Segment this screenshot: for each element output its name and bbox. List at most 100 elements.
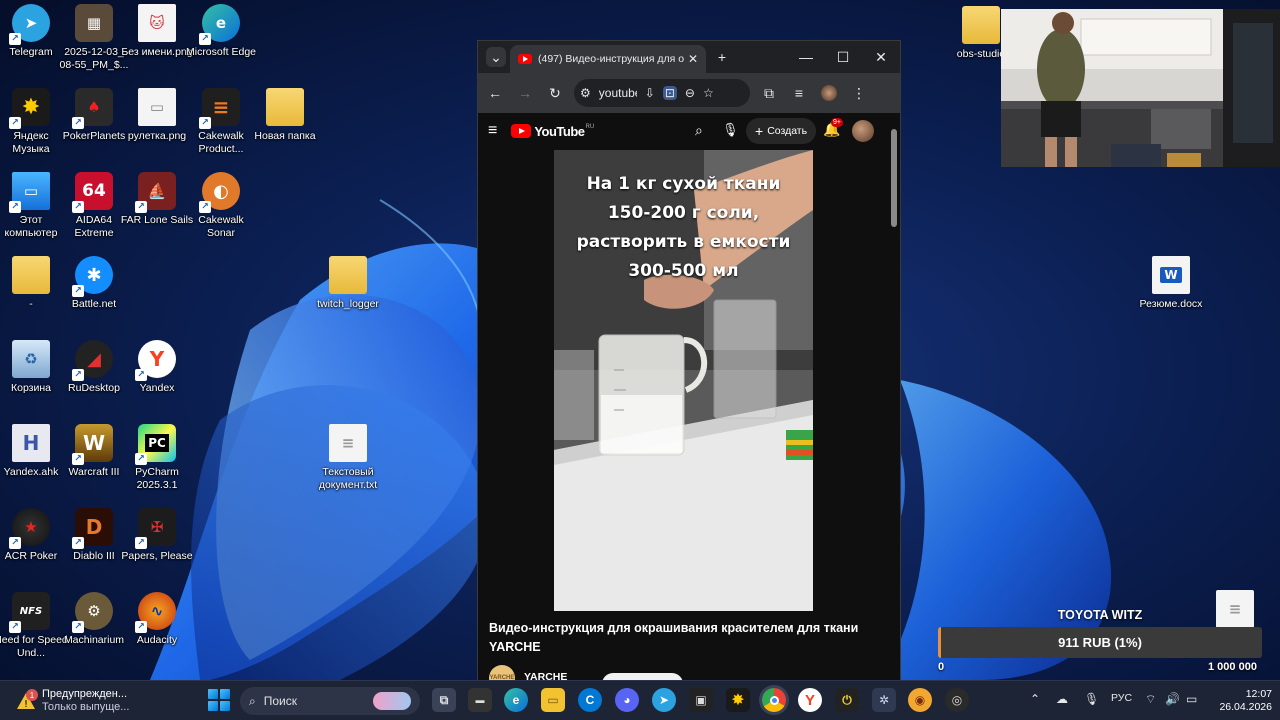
desktop-icon-yandex-ahk[interactable]: H Yandex.ahk (0, 424, 66, 504)
desktop-icon-this-pc[interactable]: ▭ ↗ Этот компьютер (0, 172, 66, 252)
yandex-music-icon[interactable]: ✸ (726, 688, 750, 712)
volume-icon[interactable]: 🔊 (1165, 692, 1180, 706)
donation-goal-max: 1 000 000 (1208, 661, 1257, 673)
donation-goal-min: 0 (938, 661, 945, 673)
desktop-icon-aida64[interactable]: 64 ↗ AIDA64 Extreme (59, 172, 129, 252)
image-file-icon: 🐱 (138, 4, 176, 42)
recycle-bin-icon: ♻ (12, 340, 50, 378)
tab-search-button[interactable]: ⌄ (486, 47, 506, 67)
extensions-icon[interactable]: ⧉ (758, 82, 780, 104)
desktop-icon-recycle-bin[interactable]: ♻ Корзина (0, 340, 66, 420)
youtube-search-icon[interactable]: ⌕ (695, 122, 703, 139)
diablo-icon: D ↗ (72, 508, 113, 549)
desktop-icon-acr-poker[interactable]: ★ ↗ ACR Poker (0, 508, 66, 588)
image-file-icon: ▭ (138, 88, 176, 126)
forward-icon[interactable]: → (514, 82, 536, 104)
channel-avatar[interactable]: YARCHE (489, 665, 515, 680)
desktop-icon-bez-imeni-png[interactable]: 🐱 Без имени.png (121, 4, 193, 84)
desktop-icon-pycharm[interactable]: PC ↗ PyCharm 2025.3.1 (122, 424, 192, 504)
site-info-icon[interactable]: ⚙ (580, 86, 591, 100)
microphone-icon[interactable]: 🎙 (1084, 692, 1099, 706)
install-app-icon[interactable]: ⇩ (645, 86, 655, 100)
desktop-icon-text-document[interactable]: ≡ Текстовый документ.txt (313, 424, 383, 504)
taskbar-app-icon[interactable]: ✲ (872, 688, 896, 712)
battery-icon[interactable]: ▭ (1186, 692, 1197, 706)
taskbar-app-icon[interactable]: ⏻ (835, 688, 859, 712)
desktop-icon-yandex[interactable]: Y ↗ Yandex (122, 340, 192, 420)
wifi-icon[interactable]: ⌔ (1145, 692, 1156, 707)
scrollbar-thumb[interactable] (891, 129, 897, 227)
profile-avatar-icon[interactable] (818, 82, 840, 104)
desktop-icon-ruletka-png[interactable]: ▭ рулетка.png (122, 88, 192, 168)
desktop-icon-twitch-logger[interactable]: twitch_logger (313, 256, 383, 336)
papers-please-icon: ✠ ↗ (135, 508, 176, 549)
copilot-icon[interactable]: C (578, 688, 602, 712)
taskbar-search[interactable]: ⌕ Поиск (240, 687, 420, 715)
lens-icon[interactable]: ⊡ (662, 86, 677, 100)
desktop-icon-far-lone-sails[interactable]: ⛵ ↗ FAR Lone Sails (121, 172, 193, 252)
desktop-icon-audacity[interactable]: ∿ ↗ Audacity (122, 592, 192, 672)
cakewalk-icon: ≡ ↗ (199, 88, 240, 129)
file-explorer-icon[interactable]: ▭ (541, 688, 565, 712)
youtube-avatar[interactable] (852, 120, 874, 142)
desktop-icon-microsoft-edge[interactable]: e ↗ Microsoft Edge (186, 4, 256, 84)
youtube-menu-icon[interactable]: ≡ (488, 122, 497, 140)
image-file-icon: ▦ (75, 4, 113, 42)
desktop-icon-resume-docx[interactable]: W Резюме.docx (1136, 256, 1206, 336)
onedrive-icon[interactable]: ☁ (1056, 692, 1068, 706)
maximize-button[interactable]: ☐ (833, 47, 853, 67)
voice-search-icon[interactable]: 🎙 (722, 122, 739, 138)
video-title[interactable]: Видео-инструкция для окрашивания красите… (489, 619, 889, 657)
desktop-icon-pokerplanets[interactable]: ♠ ↗ PokerPlanets (59, 88, 129, 168)
youtube-logo[interactable]: YouTube RU (511, 124, 594, 139)
desktop-icon-machinarium[interactable]: ⚙ ↗ Machinarium (59, 592, 129, 672)
bookmark-star-icon[interactable]: ☆ (703, 86, 714, 100)
desktop-icon-diablo-iii[interactable]: D ↗ Diablo III (59, 508, 129, 588)
desktop-icon-yandex-music[interactable]: ✸ ↗ Яндекс Музыка (0, 88, 66, 168)
desktop-icon-dash-folder[interactable]: - (0, 256, 66, 336)
yandex-browser-icon[interactable]: Y (798, 688, 822, 712)
chrome-menu-icon[interactable]: ⋮ (848, 82, 870, 104)
back-icon[interactable]: ← (484, 82, 506, 104)
notification-title: Предупрежден... (42, 688, 128, 700)
desktop-icon-cakewalk-sonar[interactable]: ◐ ↗ Cakewalk Sonar (186, 172, 256, 252)
obs-icon[interactable]: ◎ (945, 688, 969, 712)
telegram-icon[interactable]: ➤ (652, 688, 676, 712)
taskbar: ! 1 Предупрежден... Только выпуще... ⌕ П… (0, 680, 1280, 720)
terminal-icon[interactable]: ▣ (689, 688, 713, 712)
new-tab-button[interactable]: + (712, 47, 732, 67)
far-lone-sails-icon: ⛵ ↗ (135, 172, 176, 213)
youtube-play-logo-icon (511, 124, 532, 138)
discord-icon[interactable]: ◕ (615, 688, 639, 712)
edge-icon[interactable]: e (504, 688, 528, 712)
create-button[interactable]: + Создать (746, 118, 817, 144)
desktop-icon-telegram[interactable]: ➤ ↗ Telegram (0, 4, 66, 84)
taskbar-app-icon[interactable]: ▬ (468, 688, 492, 712)
close-window-button[interactable]: ✕ (871, 47, 891, 67)
notification-widget[interactable]: ! 1 Предупрежден... Только выпуще... (16, 686, 186, 716)
desktop-icon-papers-please[interactable]: ✠ ↗ Papers, Please (121, 508, 193, 588)
reload-icon[interactable]: ↻ (544, 82, 566, 104)
desktop-icon-new-folder[interactable]: Новая папка (250, 88, 320, 168)
show-hidden-icons-chevron-icon[interactable]: ⌃ (1030, 692, 1040, 706)
zoom-icon[interactable]: ⊖ (685, 86, 695, 100)
desktop-icon-warcraft-iii[interactable]: W ↗ Warcraft III (59, 424, 129, 504)
close-tab-icon[interactable]: ✕ (688, 52, 698, 66)
clock[interactable]: 12:07 26.04.2026 (1216, 688, 1272, 714)
reading-list-icon[interactable]: ≡ (788, 82, 810, 104)
task-view-icon[interactable]: ⧉ (432, 688, 456, 712)
chrome-icon[interactable] (762, 688, 786, 712)
tab-youtube[interactable]: (497) Видео-инструкция для окрашивания ✕ (510, 45, 706, 73)
start-button[interactable] (208, 689, 230, 711)
warning-icon: ! 1 (16, 689, 38, 711)
desktop-icon-need-for-speed[interactable]: NFS ↗ Need for Speed Und... (0, 592, 68, 672)
desktop-icon-cakewalk-product[interactable]: ≡ ↗ Cakewalk Product... (186, 88, 256, 168)
taskbar-app-icon[interactable]: ◉ (908, 688, 932, 712)
shorts-video[interactable]: На 1 кг сухой ткани 150-200 г соли, раст… (554, 150, 813, 611)
desktop-icon-battle-net[interactable]: ✱ ↗ Battle.net (59, 256, 129, 336)
language-indicator[interactable]: РУС (1111, 692, 1132, 704)
desktop-icon-screenshot-file[interactable]: ▦ 2025-12-03_ 08-55_PM_$... (59, 4, 129, 84)
desktop-icon-rudesktop[interactable]: ◢ ↗ RuDesktop (59, 340, 129, 420)
minimize-button[interactable]: — (796, 47, 816, 67)
address-bar[interactable]: ⚙ youtube.com/shorts ⇩ ⊡ ⊖ ☆ (574, 79, 750, 107)
